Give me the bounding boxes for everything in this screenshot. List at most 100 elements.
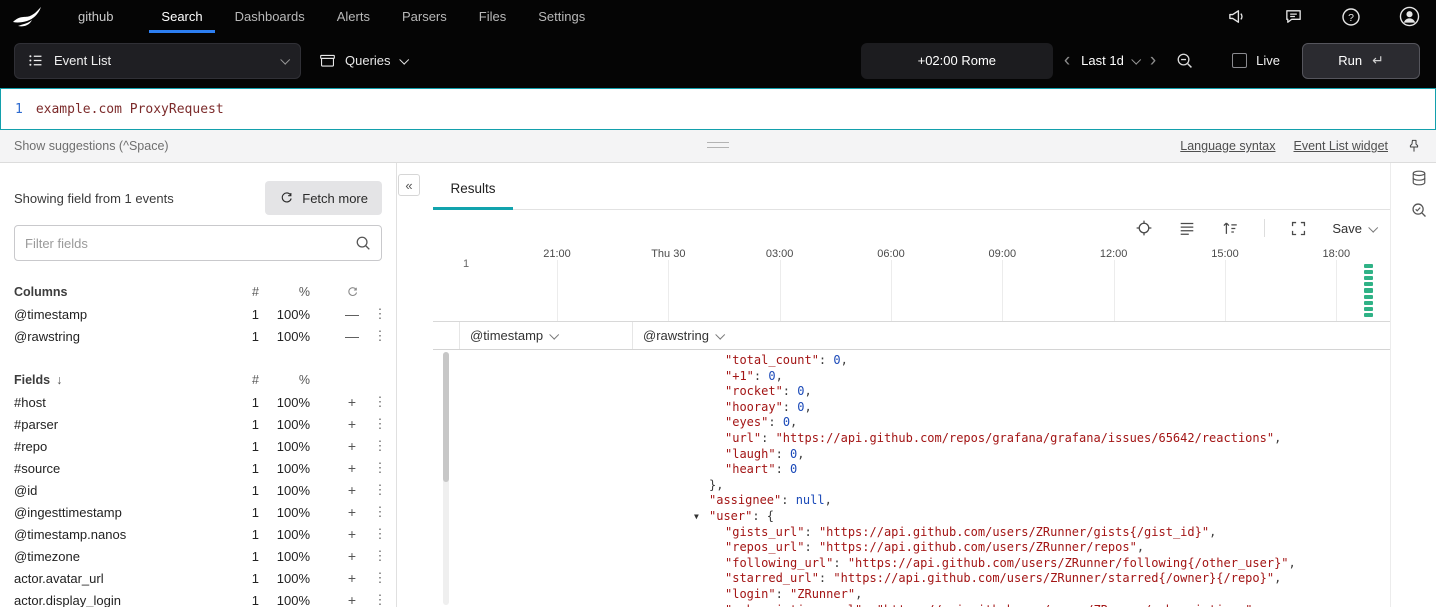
time-shift-back-button[interactable]: ‹	[1053, 51, 1081, 70]
field-row-actor.avatar_url[interactable]: actor.avatar_url1100%+⋮	[0, 567, 396, 589]
field-menu-icon[interactable]: ⋮	[370, 394, 390, 410]
nav-item-settings[interactable]: Settings	[522, 0, 601, 33]
field-row-@rawstring[interactable]: @rawstring1100%—⋮	[0, 325, 396, 347]
count-header: #	[219, 373, 259, 387]
collapse-fields-panel-button[interactable]: «	[398, 174, 420, 196]
scrollbar-thumb[interactable]	[443, 352, 449, 482]
add-to-columns-button[interactable]: +	[334, 548, 370, 564]
column-header-rawstring[interactable]: @rawstring	[632, 322, 1390, 349]
help-icon[interactable]: ?	[1341, 7, 1361, 27]
field-row-@timestamp[interactable]: @timestamp1100%—⋮	[0, 303, 396, 325]
content-area: Showing field from 1 events Fetch more C…	[0, 163, 1436, 607]
field-row-@timezone[interactable]: @timezone1100%+⋮	[0, 545, 396, 567]
add-to-columns-button[interactable]: +	[334, 482, 370, 498]
repository-name[interactable]: github	[78, 9, 113, 24]
filter-fields-input[interactable]	[15, 226, 381, 260]
rawstring-json-view[interactable]: "total_count": 0,"+1": 0,"rocket": 0,"ho…	[459, 350, 1390, 607]
fetch-more-button[interactable]: Fetch more	[265, 181, 382, 215]
live-toggle[interactable]: Live	[1232, 53, 1280, 68]
timezone-button[interactable]: +02:00 Rome	[861, 43, 1053, 79]
add-to-columns-button[interactable]: +	[334, 460, 370, 476]
field-menu-icon[interactable]: ⋮	[370, 306, 390, 322]
resize-handle[interactable]	[707, 142, 729, 148]
nav-item-files[interactable]: Files	[463, 0, 522, 33]
query-editor[interactable]: 1 example.com ProxyRequest	[0, 88, 1436, 130]
editor-line-number: 1	[15, 102, 23, 117]
tab-results[interactable]: Results	[433, 181, 513, 209]
field-menu-icon[interactable]: ⋮	[370, 460, 390, 476]
row-layout-icon[interactable]	[1178, 219, 1196, 237]
field-menu-icon[interactable]: ⋮	[370, 592, 390, 607]
field-row-@timestamp.nanos[interactable]: @timestamp.nanos1100%+⋮	[0, 523, 396, 545]
view-selector[interactable]: Event List	[14, 43, 301, 79]
histogram-bar-segment	[1364, 270, 1373, 274]
announcements-icon[interactable]	[1227, 7, 1246, 26]
nav-item-dashboards[interactable]: Dashboards	[219, 0, 321, 33]
histogram-bar-segment	[1364, 276, 1373, 280]
add-to-columns-button[interactable]: +	[334, 504, 370, 520]
sync-columns-icon[interactable]	[334, 286, 370, 299]
field-menu-icon[interactable]: ⋮	[370, 570, 390, 586]
field-row-#source[interactable]: #source1100%+⋮	[0, 457, 396, 479]
add-to-columns-button[interactable]: +	[334, 526, 370, 542]
field-row-actor.display_login[interactable]: actor.display_login1100%+⋮	[0, 589, 396, 607]
field-menu-icon[interactable]: ⋮	[370, 504, 390, 520]
add-to-columns-button[interactable]: +	[334, 570, 370, 586]
x-tick-label: Thu 30	[651, 248, 685, 260]
top-navigation: github SearchDashboardsAlertsParsersFile…	[0, 0, 1436, 33]
field-menu-icon[interactable]: ⋮	[370, 482, 390, 498]
feedback-icon[interactable]	[1284, 7, 1303, 26]
query-monitor-icon[interactable]	[1410, 201, 1428, 219]
falcon-logo-icon[interactable]	[12, 5, 52, 29]
queries-button[interactable]: Queries	[319, 52, 407, 69]
nav-item-search[interactable]: Search	[145, 0, 218, 33]
gridline	[1336, 260, 1337, 321]
field-row-#host[interactable]: #host1100%+⋮	[0, 391, 396, 413]
json-line: "url": "https://api.github.com/repos/gra…	[459, 431, 1390, 447]
field-menu-icon[interactable]: ⋮	[370, 526, 390, 542]
field-menu-icon[interactable]: ⋮	[370, 328, 390, 344]
field-menu-icon[interactable]: ⋮	[370, 548, 390, 564]
save-label: Save	[1332, 221, 1362, 236]
zoom-out-time-icon[interactable]	[1175, 51, 1194, 70]
data-sources-icon[interactable]	[1410, 169, 1428, 187]
language-syntax-link[interactable]: Language syntax	[1180, 139, 1275, 153]
add-to-columns-button[interactable]: +	[334, 438, 370, 454]
field-row-#repo[interactable]: #repo1100%+⋮	[0, 435, 396, 457]
pin-editor-icon[interactable]	[1406, 138, 1422, 154]
remove-column-button[interactable]: —	[334, 328, 370, 344]
column-header-timestamp[interactable]: @timestamp	[459, 322, 632, 349]
add-to-columns-button[interactable]: +	[334, 394, 370, 410]
field-row-#parser[interactable]: #parser1100%+⋮	[0, 413, 396, 435]
nav-item-parsers[interactable]: Parsers	[386, 0, 463, 33]
time-range-button[interactable]: Last 1d	[1081, 53, 1139, 68]
sort-descending-icon[interactable]: ↓	[56, 373, 62, 387]
x-tick-label: 03:00	[766, 248, 794, 260]
field-menu-icon[interactable]: ⋮	[370, 416, 390, 432]
query-text[interactable]: example.com ProxyRequest	[36, 102, 224, 117]
event-list-widget-link[interactable]: Event List widget	[1294, 139, 1389, 153]
live-checkbox[interactable]	[1232, 53, 1247, 68]
inspect-event-icon[interactable]	[1135, 219, 1153, 237]
fullscreen-icon[interactable]	[1290, 220, 1307, 237]
field-row-@ingesttimestamp[interactable]: @ingesttimestamp1100%+⋮	[0, 501, 396, 523]
field-menu-icon[interactable]: ⋮	[370, 438, 390, 454]
sort-order-icon[interactable]	[1221, 219, 1239, 237]
fields-summary: Showing field from 1 events	[14, 191, 174, 206]
add-to-columns-button[interactable]: +	[334, 592, 370, 607]
collapse-node-icon[interactable]: ▼	[694, 509, 699, 525]
field-row-@id[interactable]: @id1100%+⋮	[0, 479, 396, 501]
gridline	[557, 260, 558, 321]
scrollbar-track[interactable]	[443, 352, 449, 605]
percent-header: %	[259, 373, 310, 387]
add-to-columns-button[interactable]: +	[334, 416, 370, 432]
time-shift-forward-button[interactable]: ›	[1139, 51, 1167, 70]
histogram-bar[interactable]	[1364, 264, 1373, 317]
user-avatar[interactable]	[1399, 6, 1420, 27]
save-button[interactable]: Save	[1332, 221, 1376, 236]
nav-item-alerts[interactable]: Alerts	[321, 0, 386, 33]
x-tick-label: 18:00	[1323, 248, 1351, 260]
run-button[interactable]: Run ↵	[1302, 43, 1420, 79]
event-histogram[interactable]: 1 21:00Thu 3003:0006:0009:0012:0015:0018…	[433, 246, 1390, 322]
remove-column-button[interactable]: —	[334, 306, 370, 322]
